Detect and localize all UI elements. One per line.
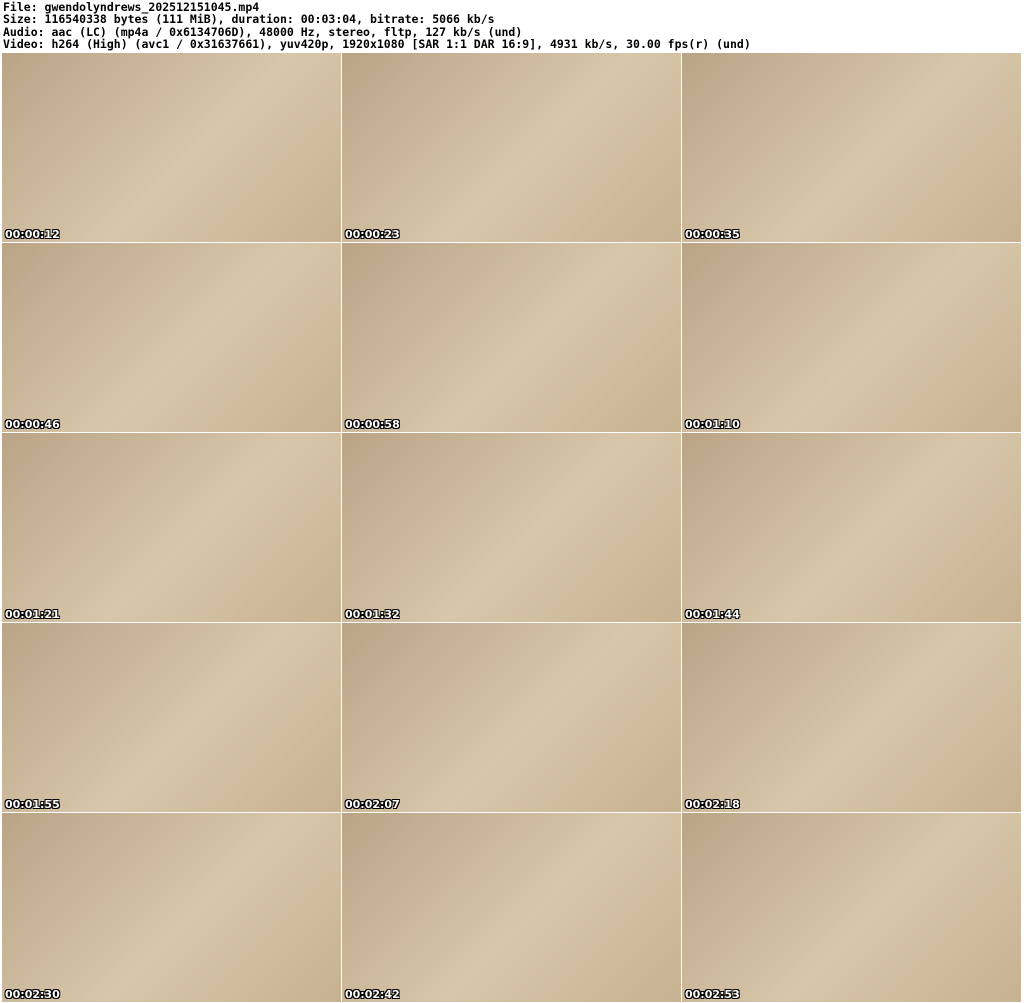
thumbnail-timestamp: 00:01:10 xyxy=(685,418,740,431)
video-thumbnail: 00:02:18 xyxy=(682,623,1021,812)
video-info: Video: h264 (High) (avc1 / 0x31637661), … xyxy=(3,36,751,51)
video-thumbnail: 00:00:35 xyxy=(682,53,1021,242)
video-thumbnail: 00:01:44 xyxy=(682,433,1021,622)
file-size: Size: 116540338 bytes (111 MiB), duratio… xyxy=(3,12,495,27)
file-info-header: File: gwendolyndrews_202512151045.mp4 Siz… xyxy=(3,1,751,50)
video-thumbnail: 00:00:23 xyxy=(342,53,681,242)
thumbnail-timestamp: 00:02:53 xyxy=(685,988,740,1001)
thumbnail-timestamp: 00:00:35 xyxy=(685,228,740,241)
thumbnail-timestamp: 00:02:18 xyxy=(685,798,740,811)
video-thumbnail: 00:01:32 xyxy=(342,433,681,622)
video-thumbnail: 00:02:42 xyxy=(342,813,681,1002)
thumbnail-timestamp: 00:01:55 xyxy=(5,798,60,811)
thumbnail-timestamp: 00:00:46 xyxy=(5,418,60,431)
thumbnail-grid: 00:00:12 00:00:23 00:00:35 00:00:46 00:00:58… xyxy=(2,53,1021,1002)
thumbnail-timestamp: 00:00:58 xyxy=(345,418,400,431)
thumbnail-timestamp: 00:01:32 xyxy=(345,608,400,621)
thumbnail-timestamp: 00:00:12 xyxy=(5,228,60,241)
video-thumbnail: 00:00:12 xyxy=(2,53,341,242)
thumbnail-timestamp: 00:01:21 xyxy=(5,608,60,621)
video-thumbnail: 00:01:21 xyxy=(2,433,341,622)
thumbnail-timestamp: 00:02:30 xyxy=(5,988,60,1001)
video-thumbnail: 00:00:46 xyxy=(2,243,341,432)
video-thumbnail: 00:00:58 xyxy=(342,243,681,432)
video-thumbnail: 00:02:07 xyxy=(342,623,681,812)
video-thumbnail: 00:02:53 xyxy=(682,813,1021,1002)
thumbnail-timestamp: 00:01:44 xyxy=(685,608,740,621)
video-thumbnail: 00:01:10 xyxy=(682,243,1021,432)
video-thumbnail: 00:02:30 xyxy=(2,813,341,1002)
thumbnail-timestamp: 00:02:42 xyxy=(345,988,400,1001)
thumbnail-timestamp: 00:00:23 xyxy=(345,228,400,241)
thumbnail-timestamp: 00:02:07 xyxy=(345,798,400,811)
video-thumbnail: 00:01:55 xyxy=(2,623,341,812)
